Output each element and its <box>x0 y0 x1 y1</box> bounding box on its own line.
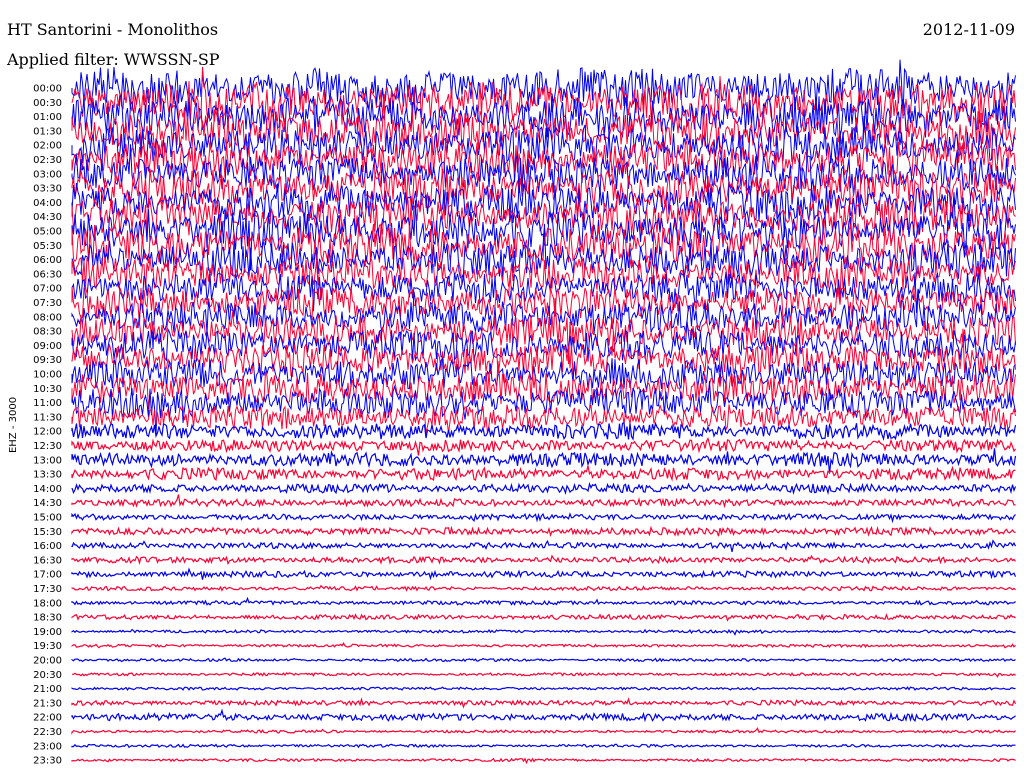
time-tick-label: 09:30 <box>33 355 62 366</box>
time-tick-label: 23:00 <box>33 741 62 752</box>
time-tick-label: 15:30 <box>33 527 62 538</box>
trace-2200 <box>71 708 1016 723</box>
time-tick-label: 12:30 <box>33 441 62 452</box>
time-tick-label: 02:00 <box>33 141 62 152</box>
time-tick-label: 05:00 <box>33 227 62 238</box>
time-tick-label: 06:30 <box>33 269 62 280</box>
time-tick-label: 22:00 <box>33 713 62 724</box>
time-tick-label: 22:30 <box>33 727 62 738</box>
time-tick-label: 06:00 <box>33 255 62 266</box>
time-tick-label: 20:00 <box>33 656 62 667</box>
trace-2030 <box>72 671 1016 678</box>
time-tick-label: 12:00 <box>33 427 62 438</box>
time-tick-label: 00:00 <box>33 84 62 95</box>
trace-1300 <box>71 448 1017 474</box>
channel-label: EHZ - 3000 <box>8 397 19 453</box>
time-tick-label: 08:30 <box>33 327 62 338</box>
trace-1330 <box>71 465 1016 482</box>
trace-1630 <box>71 554 1016 566</box>
time-tick-label: 05:30 <box>33 241 62 252</box>
trace-1930 <box>71 642 1016 649</box>
helicorder-plot: 00:00 00:30 01:00 01:30 02:00 02:30 03:00 03:30… <box>8 59 1017 767</box>
time-tick-label: 19:00 <box>33 627 62 638</box>
trace-1830 <box>71 613 1016 622</box>
trace-1700 <box>71 567 1017 581</box>
trace-1900 <box>71 628 1016 636</box>
time-tick-label: 16:00 <box>33 541 62 552</box>
trace-1530 <box>71 525 1016 538</box>
trace-1600 <box>71 539 1017 553</box>
time-tick-label: 15:00 <box>33 513 62 524</box>
trace-2100 <box>71 686 1016 691</box>
time-tick-label: 21:00 <box>33 684 62 695</box>
time-tick-label: 19:30 <box>33 641 62 652</box>
time-tick-label: 02:30 <box>33 155 62 166</box>
time-tick-label: 03:00 <box>33 169 62 180</box>
time-tick-label: 20:30 <box>33 670 62 681</box>
time-tick-label: 18:30 <box>33 613 62 624</box>
trace-1430 <box>71 494 1016 509</box>
time-tick-label: 18:00 <box>33 598 62 609</box>
trace-1230 <box>71 437 1016 456</box>
trace-2330 <box>71 757 1016 765</box>
time-tick-label: 09:00 <box>33 341 62 352</box>
time-tick-label: 16:30 <box>33 555 62 566</box>
time-tick-label: 21:30 <box>33 698 62 709</box>
trace-1730 <box>71 584 1016 592</box>
trace-2230 <box>71 727 1016 735</box>
seismic-traces <box>71 59 1017 765</box>
time-tick-label: 04:00 <box>33 198 62 209</box>
trace-1400 <box>71 481 1017 496</box>
time-tick-label: 13:30 <box>33 470 62 481</box>
time-tick-label: 10:30 <box>33 384 62 395</box>
time-tick-label: 14:00 <box>33 484 62 495</box>
time-tick-label: 08:00 <box>33 312 62 323</box>
time-tick-label: 07:30 <box>33 298 62 309</box>
trace-1500 <box>71 512 1016 524</box>
time-tick-label: 00:30 <box>33 98 62 109</box>
time-tick-label: 03:30 <box>33 184 62 195</box>
time-tick-label: 07:00 <box>33 284 62 295</box>
time-tick-label: 01:00 <box>33 112 62 123</box>
trace-2300 <box>71 743 1016 749</box>
time-tick-label: 01:30 <box>33 126 62 137</box>
trace-1200 <box>71 421 1017 442</box>
time-tick-label: 11:00 <box>33 398 62 409</box>
trace-2130 <box>71 697 1017 709</box>
time-tick-label: 10:00 <box>33 370 62 381</box>
time-tick-label: 04:30 <box>33 212 62 223</box>
time-tick-label: 14:30 <box>33 498 62 509</box>
time-tick-label: 17:30 <box>33 584 62 595</box>
time-tick-label: 23:30 <box>33 756 62 767</box>
time-tick-label: 13:00 <box>33 455 62 466</box>
time-tick-label: 17:00 <box>33 570 62 581</box>
trace-1800 <box>71 596 1016 606</box>
time-tick-labels: 00:00 00:30 01:00 01:30 02:00 02:30 03:00 03:30… <box>33 84 62 767</box>
time-tick-label: 11:30 <box>33 412 62 423</box>
trace-2000 <box>71 657 1016 663</box>
